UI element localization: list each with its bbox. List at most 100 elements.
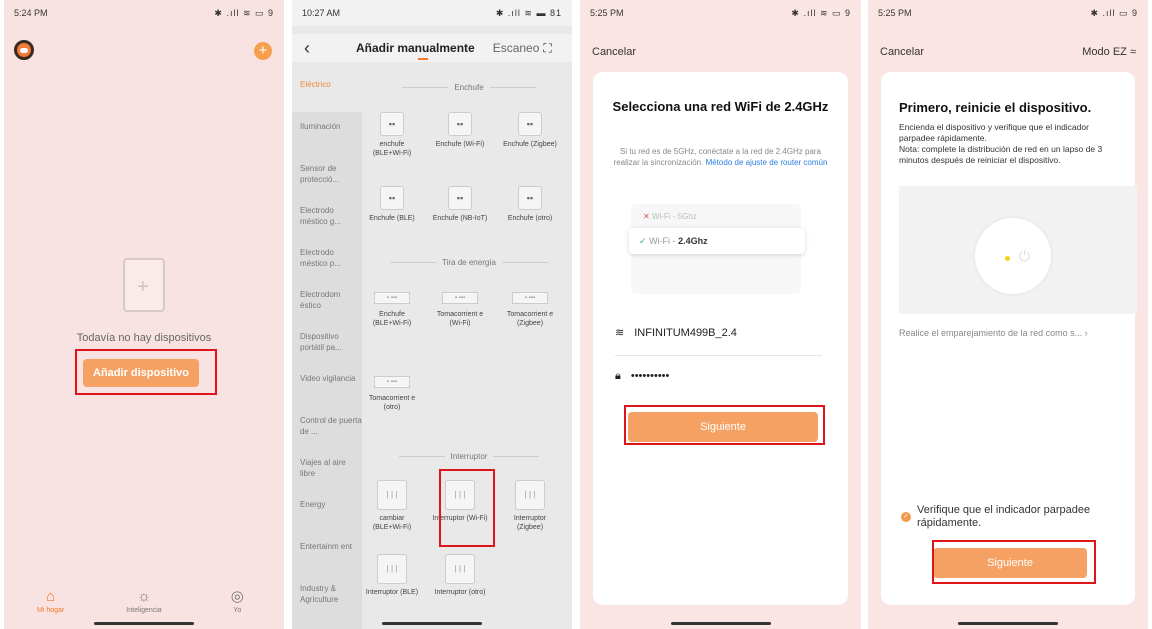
add-manually-screen: 10:27 AM ✱ .ıll ≋ ▬ 81 ‹ Añadir manualme… <box>292 0 572 629</box>
confirm-checkbox[interactable]: ✓ Verifique que el indicador parpadee ráp… <box>901 504 1119 530</box>
plug-icon: ▪▪ <box>380 186 404 210</box>
device-item[interactable]: ▪▪ Enchufe (Zigbee) <box>502 112 558 149</box>
reset-card: Primero, reinicie el dispositivo. Encien… <box>881 72 1137 605</box>
x-icon: ✕ <box>643 212 650 221</box>
chevron-right-icon: › <box>1084 328 1088 338</box>
device-item[interactable]: ▪▪ Enchufe (Wi-Fi) <box>432 112 488 149</box>
category-item[interactable]: Sensor de protecció... <box>292 154 362 196</box>
switch-icon: | | | <box>515 480 545 510</box>
ez-mode-button[interactable]: Modo EZ ≈ <box>1082 46 1136 58</box>
category-item[interactable]: Industry & Agriculture <box>292 574 362 616</box>
tab-scan[interactable]: Escaneo <box>493 41 540 55</box>
device-item[interactable]: | | | Interruptor (otro) <box>432 554 488 597</box>
description: Si tu red es de 5GHz, conéctate a la red… <box>613 147 828 167</box>
plug-icon: ▪▪ <box>518 186 542 210</box>
category-item[interactable]: Video vigilancia <box>292 364 362 406</box>
category-item[interactable]: Electrodom éstico <box>292 280 362 322</box>
home-indicator <box>670 622 771 625</box>
home-indicator <box>382 622 482 625</box>
power-strip-icon: ▪ ▪▪▪ <box>374 292 410 304</box>
section-plug: Enchufe <box>374 83 564 92</box>
divider <box>615 355 822 356</box>
add-icon[interactable]: + <box>254 42 272 60</box>
tab-intelligence[interactable]: ☼ Inteligencia <box>97 587 190 621</box>
wifi-ssid-field[interactable]: ≋ INFINITUM499B_2.4 <box>615 326 737 339</box>
tab-add-manually[interactable]: Añadir manualmente <box>356 41 475 55</box>
cancel-button[interactable]: Cancelar <box>592 46 636 58</box>
category-item[interactable]: Energy <box>292 490 362 532</box>
empty-state-text: Todavía no hay dispositivos <box>76 332 212 344</box>
switch-icon: | | | <box>377 554 407 584</box>
device-illustration: ⏻ <box>899 186 1137 314</box>
category-item[interactable]: Dispositivo portátil pa... <box>292 322 362 364</box>
device-item[interactable]: ▪▪ enchufe (BLE+Wi-Fi) <box>364 112 420 158</box>
top-bar: Cancelar Modo EZ ≈ <box>880 46 1136 58</box>
status-time: 5:24 PM <box>14 8 48 18</box>
device-item[interactable]: ▪ ▪▪▪ Enchufe (BLE+Wi-Fi) <box>364 292 420 328</box>
wifi-illustration: ✕ Wi-Fi - 5Ghz ✓ Wi-Fi - 2.4Ghz <box>629 204 805 294</box>
page-title: Primero, reinicie el dispositivo. <box>899 100 1092 115</box>
power-icon: ⏻ <box>1019 248 1031 264</box>
check-icon: ✓ <box>639 236 647 246</box>
reset-device-screen: 5:25 PM ✱ .ıll ▭ 9 Cancelar Modo EZ ≈ Pr… <box>868 0 1148 629</box>
home-screen: 5:24 PM ✱ .ıll ≋ ▭ 9 + + Todavía no hay … <box>4 0 284 629</box>
sun-icon: ☼ <box>137 588 151 605</box>
nav-bar: ‹ Añadir manualmente Escaneo ⛶ <box>292 34 572 62</box>
user-icon: ◎ <box>230 588 244 605</box>
status-time: 5:25 PM <box>878 8 912 18</box>
tab-me[interactable]: ◎ Yo <box>191 587 284 621</box>
wifi-password-field[interactable]: 🔒︎ •••••••••• <box>615 370 669 383</box>
home-indicator <box>94 622 194 625</box>
device-item[interactable]: | | | Interruptor (Zigbee) <box>502 480 558 532</box>
home-icon: ⌂ <box>46 588 56 605</box>
device-item[interactable]: ▪ ▪▪▪ Tomacorrient e (Zigbee) <box>502 292 558 328</box>
device-item[interactable]: ▪ ▪▪▪ Tomacorrient e (Wi-Fi) <box>432 292 488 328</box>
highlight-box <box>75 349 217 395</box>
back-icon[interactable]: ‹ <box>292 38 322 59</box>
pairing-mode-link[interactable]: Realice el emparejamiento de la red como… <box>899 328 1125 338</box>
category-item[interactable]: Control de puerta de ... <box>292 406 362 448</box>
tab-home[interactable]: ⌂ Mi hogar <box>4 587 97 621</box>
scan-icon[interactable]: ⛶ <box>543 41 551 56</box>
device-item[interactable]: ▪▪ Enchufe (otro) <box>502 186 558 223</box>
status-bar: 10:27 AM ✱ .ıll ≋ ▬ 81 <box>292 0 572 26</box>
page-title: Selecciona una red WiFi de 2.4GHz <box>612 99 829 114</box>
avatar[interactable] <box>14 40 34 60</box>
device-item[interactable]: ▪ ▪▪▪ Tomacorrient e (otro) <box>364 376 420 412</box>
category-item[interactable]: Electrodo méstico p... <box>292 238 362 280</box>
lock-icon: 🔒︎ <box>615 370 621 382</box>
power-strip-icon: ▪ ▪▪▪ <box>512 292 548 304</box>
cancel-button[interactable]: Cancelar <box>880 46 924 58</box>
home-indicator <box>958 622 1058 625</box>
status-time: 10:27 AM <box>302 8 341 18</box>
status-icons: ✱ .ıll ≋ ▭ 9 <box>214 7 274 18</box>
section-switch: Interruptor <box>374 452 564 461</box>
status-bar: 5:25 PM ✱ .ıll ▭ 9 <box>868 0 1148 26</box>
router-method-link[interactable]: Método de ajuste de router común <box>706 158 828 167</box>
highlight-box <box>932 540 1096 584</box>
category-item[interactable]: Eléctrico <box>292 70 362 112</box>
category-item[interactable]: Entertainm ent <box>292 532 362 574</box>
description: Encienda el dispositivo y verifique que … <box>899 122 1103 165</box>
wifi-card: Selecciona una red WiFi de 2.4GHz Si tu … <box>593 72 848 605</box>
wifi-select-screen: 5:25 PM ✱ .ıll ≋ ▭ 9 Cancelar Selecciona… <box>580 0 861 629</box>
highlight-box <box>439 469 495 547</box>
device-item[interactable]: | | | Interruptor (BLE) <box>364 554 420 597</box>
device-item[interactable]: ▪▪ Enchufe (BLE) <box>364 186 420 223</box>
device-item[interactable]: | | | cambiar (BLE+Wi-Fi) <box>364 480 420 532</box>
device-item[interactable]: ▪▪ Enchufe (NB-IoT) <box>432 186 488 223</box>
category-item[interactable]: Electrodo méstico g... <box>292 196 362 238</box>
indicator-led <box>1005 256 1010 261</box>
status-icons: ✱ .ıll ≋ ▬ 81 <box>495 7 562 18</box>
switch-icon: | | | <box>377 480 407 510</box>
category-item[interactable]: Viajes al aire libre <box>292 448 362 490</box>
plug-icon: ▪▪ <box>518 112 542 136</box>
category-sidebar: Eléctrico Iluminación Sensor de protecci… <box>292 70 362 629</box>
wifi-icon: ≋ <box>615 327 625 339</box>
highlight-box <box>624 405 825 445</box>
status-icons: ✱ .ıll ≋ ▭ 9 <box>791 7 851 18</box>
category-item[interactable]: Iluminación <box>292 112 362 154</box>
status-bar: 5:24 PM ✱ .ıll ≋ ▭ 9 <box>4 0 284 26</box>
power-strip-icon: ▪ ▪▪▪ <box>374 376 410 388</box>
section-power-strip: Tira de energía <box>374 258 564 267</box>
